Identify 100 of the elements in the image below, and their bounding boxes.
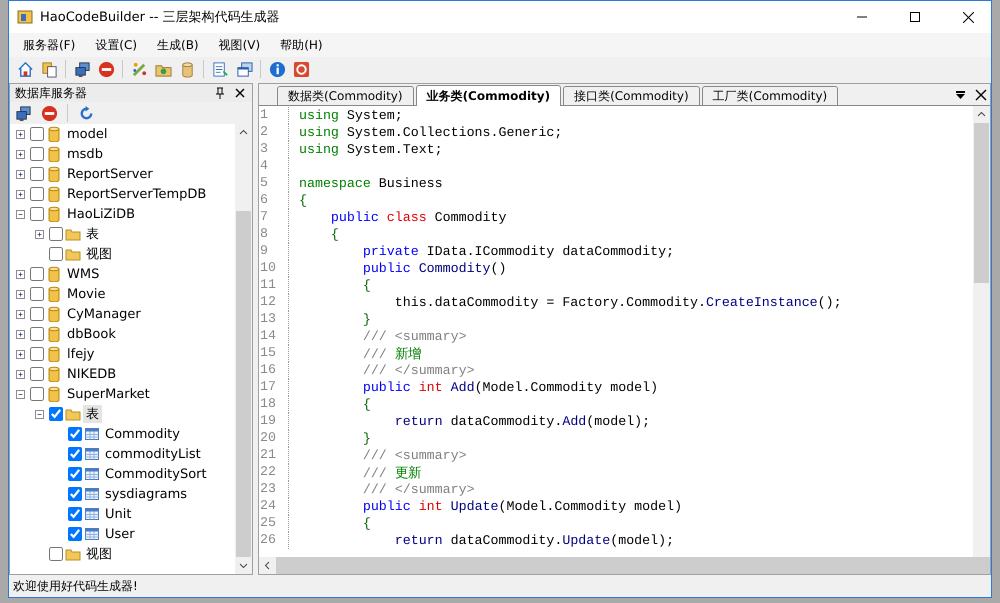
tree-checkbox[interactable] [49,407,63,421]
tree-checkbox[interactable] [68,527,82,541]
expand-icon[interactable] [16,270,25,278]
scroll-left-icon[interactable] [259,557,276,574]
line-number: 7 [259,209,289,226]
tree-checkbox[interactable] [30,327,44,341]
close-icon[interactable] [962,12,974,22]
maximize-icon[interactable] [910,12,920,22]
database-icon [46,366,62,382]
tree-checkbox[interactable] [30,287,44,301]
code-line: { [330,227,339,242]
stop-icon[interactable] [39,103,59,123]
line-number: 11 [259,277,289,294]
line-number: 21 [259,447,289,464]
tree-checkbox[interactable] [30,147,44,161]
tree-item[interactable]: ReportServer [64,166,156,182]
code-line: public int Add(Model.Commodity model) [362,380,658,395]
tree-item[interactable]: commodityList [102,446,204,462]
tree-checkbox[interactable] [68,467,82,481]
tree-checkbox[interactable] [68,447,82,461]
editor-tab[interactable]: 工厂类(Commodity) [702,86,838,105]
tree-checkbox[interactable] [68,427,82,441]
collapse-icon[interactable] [16,390,25,398]
code-line: /// </summary> [362,482,475,497]
tree-checkbox[interactable] [30,267,44,281]
line-number: 9 [259,243,289,260]
tree-item[interactable]: Unit [102,506,134,522]
tree-item[interactable]: 视图 [83,245,115,263]
code-line: return dataCommodity.Update(model); [394,533,674,548]
tree-item[interactable]: msdb [64,146,106,162]
line-number: 19 [259,413,289,430]
tree-checkbox[interactable] [30,367,44,381]
stop-icon[interactable] [96,59,116,79]
tree-item[interactable]: WMS [64,266,102,282]
tree-checkbox[interactable] [30,347,44,361]
tree-checkbox[interactable] [30,187,44,201]
line-number: 3 [259,141,289,158]
tree-item[interactable]: SuperMarket [64,386,153,402]
database-icon [46,186,62,202]
menu-item[interactable]: 帮助(H) [270,36,333,54]
expand-icon[interactable] [35,230,44,238]
line-number: 12 [259,294,289,311]
expand-icon[interactable] [16,370,25,378]
tree-checkbox[interactable] [30,307,44,321]
tree-checkbox[interactable] [30,387,44,401]
tree-item[interactable]: ReportServerTempDB [64,186,210,202]
tree-item[interactable]: HaoLiZiDB [64,206,138,222]
tree-item[interactable]: CommoditySort [102,466,210,482]
menu-item[interactable]: 设置(C) [85,36,148,54]
expand-icon[interactable] [16,190,25,198]
tree-item[interactable]: CyManager [64,306,144,322]
tree-item[interactable]: NIKEDB [64,366,120,382]
line-number: 13 [259,311,289,328]
tree-checkbox[interactable] [68,487,82,501]
menu-item[interactable]: 服务器(F) [13,36,86,54]
tree-item[interactable]: 表 [83,405,102,423]
code-line: using System; [298,108,403,123]
expand-icon[interactable] [16,170,25,178]
tree-checkbox[interactable] [30,127,44,141]
power-icon[interactable] [291,59,311,79]
tree-item[interactable]: lfejy [64,346,98,362]
expand-icon[interactable] [16,150,25,158]
code-line: { [362,278,371,293]
tree-item[interactable]: dbBook [64,326,119,342]
tree-item[interactable]: sysdiagrams [102,486,190,502]
tree-checkbox[interactable] [49,227,63,241]
expand-icon[interactable] [16,310,25,318]
horizontal-scrollbar[interactable] [259,557,990,574]
table-icon [84,506,100,522]
tree-item[interactable]: Commodity [102,426,183,442]
tree-checkbox[interactable] [68,507,82,521]
tree-checkbox[interactable] [49,547,63,561]
database-icon [46,126,62,142]
expand-icon[interactable] [16,350,25,358]
menu-item[interactable]: 生成(B) [147,36,209,54]
menu-item[interactable]: 视图(V) [208,36,270,54]
vertical-scrollbar[interactable] [235,124,252,574]
tree-checkbox[interactable] [30,167,44,181]
tree-item[interactable]: model [64,126,110,142]
expand-icon[interactable] [16,330,25,338]
tree-checkbox[interactable] [49,247,63,261]
expand-icon[interactable] [16,130,25,138]
database-icon [46,286,62,302]
expand-icon[interactable] [16,290,25,298]
info-icon[interactable] [267,59,287,79]
tree-item[interactable]: 视图 [83,545,115,563]
collapse-icon[interactable] [35,410,44,418]
line-number: 6 [259,192,289,209]
editor-tab[interactable]: 接口类(Commodity) [563,86,700,105]
editor-tab[interactable]: 数据类(Commodity) [277,86,414,105]
line-number: 20 [259,430,289,447]
tree-item[interactable]: 表 [83,225,102,243]
collapse-icon[interactable] [16,210,25,218]
editor-tab[interactable]: 业务类(Commodity) [416,85,562,106]
tree-checkbox[interactable] [30,207,44,221]
line-number: 1 [259,107,289,124]
tree-item[interactable]: Movie [64,286,108,302]
vertical-scrollbar[interactable] [973,106,990,557]
code-line: /// </summary> [362,363,475,378]
tree-item[interactable]: User [102,526,138,542]
